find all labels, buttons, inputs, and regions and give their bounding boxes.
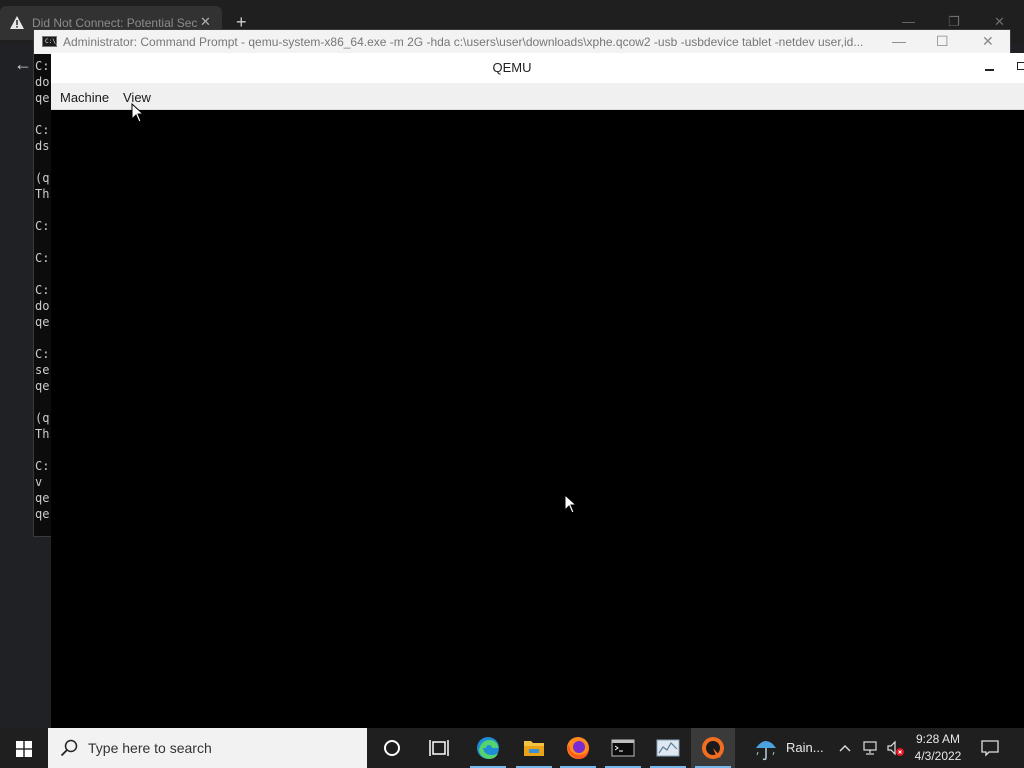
firefox-icon	[567, 737, 589, 759]
console-line: C:	[35, 283, 50, 297]
qemu-minimize-button[interactable]	[985, 59, 995, 71]
console-line: qe	[35, 91, 50, 105]
close-icon[interactable]: ✕	[200, 14, 214, 30]
clock-date: 4/3/2022	[914, 749, 962, 763]
qemu-window: QEMU Machine View	[51, 53, 1024, 728]
edge-taskbar-button[interactable]	[466, 728, 510, 768]
console-line: qe	[35, 491, 50, 505]
mouse-cursor-icon	[131, 103, 145, 123]
cmd-close-button[interactable]: ✕	[982, 33, 994, 49]
start-button[interactable]	[0, 728, 48, 768]
console-line: v	[35, 475, 43, 489]
console-line: C:	[35, 347, 50, 361]
browser-close-button[interactable]: ✕	[994, 14, 1005, 30]
console-line: C:	[35, 123, 50, 137]
console-line: C:	[35, 219, 50, 233]
console-line: qe	[35, 507, 50, 521]
taskbar-clock[interactable]: 9:28 AM 4/3/2022	[910, 731, 966, 765]
task-view-icon	[429, 740, 449, 756]
console-line: qe	[35, 315, 50, 329]
qemu-maximize-button[interactable]	[1017, 62, 1024, 70]
qemu-taskbar-button[interactable]	[691, 728, 735, 768]
menu-machine[interactable]: Machine	[60, 90, 109, 105]
cmd-app-icon-text: C:\_	[45, 38, 60, 45]
cortana-button[interactable]	[370, 728, 414, 768]
windows-logo-icon	[16, 741, 32, 757]
cmd-window-title: Administrator: Command Prompt - qemu-sys…	[63, 35, 864, 49]
console-line: C:	[35, 251, 50, 265]
cortana-icon	[384, 740, 400, 756]
mouse-cursor-icon	[564, 494, 578, 514]
chart-window-icon	[656, 739, 680, 757]
cmd-console-output[interactable]: C: do qe C: ds (q Th C: C: C: do qe C: se qe (q Th C: v qe…	[34, 54, 52, 536]
console-line: ds	[35, 139, 50, 153]
volume-muted-icon[interactable]	[886, 740, 906, 758]
qemu-titlebar[interactable]: QEMU	[51, 53, 1024, 83]
console-line: C:	[35, 459, 50, 473]
task-view-button[interactable]	[417, 728, 461, 768]
edge-icon	[477, 737, 499, 759]
file-explorer-taskbar-button[interactable]	[512, 728, 556, 768]
cmd-minimize-button[interactable]: —	[892, 33, 906, 49]
console-line: Th	[35, 427, 50, 441]
cmd-maximize-button[interactable]: ☐	[936, 33, 949, 49]
umbrella-rain-icon	[756, 741, 776, 761]
folder-icon	[524, 741, 544, 756]
search-placeholder: Type here to search	[88, 740, 212, 756]
notifications-icon[interactable]	[980, 739, 1000, 757]
qemu-guest-display[interactable]	[51, 110, 1024, 728]
console-line: (q	[35, 411, 50, 425]
cmd-titlebar[interactable]: C:\_ Administrator: Command Prompt - qem…	[34, 30, 1010, 54]
search-icon	[60, 739, 78, 757]
qemu-menubar: Machine View	[51, 83, 1024, 110]
app-taskbar-button[interactable]	[646, 728, 690, 768]
firefox-taskbar-button[interactable]	[556, 728, 600, 768]
console-line: do	[35, 75, 50, 89]
taskbar: Type here to search Rain... 9:28 AM 4/3/…	[0, 728, 1024, 768]
network-icon[interactable]	[862, 740, 880, 756]
terminal-icon	[611, 739, 635, 757]
cmd-app-icon: C:\_	[42, 36, 60, 47]
taskbar-search-box[interactable]: Type here to search	[48, 728, 367, 768]
console-line: do	[35, 299, 50, 313]
browser-restore-button[interactable]: ❐	[948, 14, 960, 30]
warning-icon	[10, 16, 24, 29]
clock-time: 9:28 AM	[915, 732, 961, 746]
qemu-icon	[702, 737, 724, 759]
console-line: se	[35, 363, 50, 377]
console-line: qe	[35, 379, 50, 393]
qemu-window-title: QEMU	[492, 60, 532, 75]
console-line: (q	[35, 171, 50, 185]
console-line: Th	[35, 187, 50, 201]
weather-text: Rain...	[786, 740, 824, 755]
browser-minimize-button[interactable]: —	[902, 14, 915, 29]
command-prompt-taskbar-button[interactable]	[601, 728, 645, 768]
chevron-up-icon[interactable]	[838, 741, 852, 755]
